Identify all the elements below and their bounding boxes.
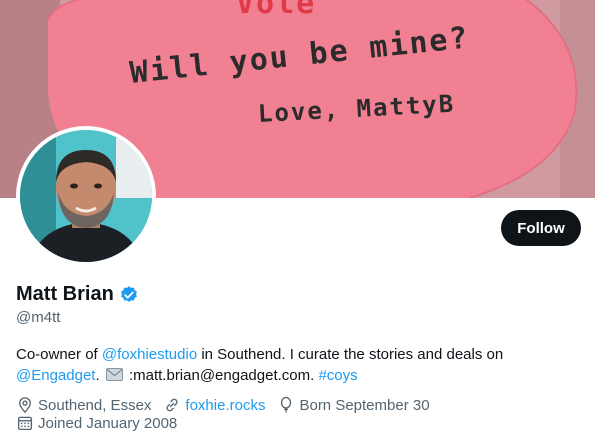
mention-engadget-link[interactable]: @Engadget	[16, 367, 95, 384]
avatar-photo	[20, 130, 152, 262]
balloon-icon	[281, 396, 292, 413]
bio-text: Co-owner of	[16, 346, 102, 363]
profile-bio: Co-owner of @foxhiestudio in Southend. I…	[16, 344, 556, 386]
location-item: Southend, Essex	[16, 396, 151, 414]
mail-icon	[105, 368, 123, 381]
profile-meta-joined: Joined January 2008	[16, 414, 189, 432]
hashtag-coys-link[interactable]: #coys	[318, 367, 357, 384]
location-pin-icon	[19, 397, 31, 414]
mention-foxhiestudio-link[interactable]: @foxhiestudio	[102, 346, 197, 363]
avatar[interactable]	[16, 126, 156, 266]
profile-meta: Southend, Essex foxhie.rocks Born Septem…	[16, 396, 442, 414]
website-link[interactable]: foxhie.rocks	[185, 397, 265, 414]
follow-button[interactable]: Follow	[501, 210, 581, 246]
joined-text: Joined January 2008	[38, 414, 178, 432]
bio-text: .	[95, 367, 104, 384]
calendar-icon	[17, 416, 33, 431]
location-text: Southend, Essex	[38, 396, 152, 414]
birthday-text: Born September 30	[299, 396, 430, 414]
joined-item: Joined January 2008	[16, 414, 177, 432]
verified-badge-icon[interactable]	[119, 285, 139, 305]
birthday-item: Born September 30	[277, 396, 430, 414]
banner-text-top: Vole	[236, 0, 317, 21]
profile-name-row: Matt Brian	[16, 283, 139, 306]
link-icon	[166, 398, 178, 412]
profile-handle: @m4tt	[16, 309, 61, 326]
bio-email: :matt.brian@engadget.com.	[124, 367, 319, 384]
website-item[interactable]: foxhie.rocks	[163, 396, 265, 414]
profile-name: Matt Brian	[16, 283, 114, 305]
bio-text: in Southend. I curate the stories and de…	[197, 346, 504, 363]
